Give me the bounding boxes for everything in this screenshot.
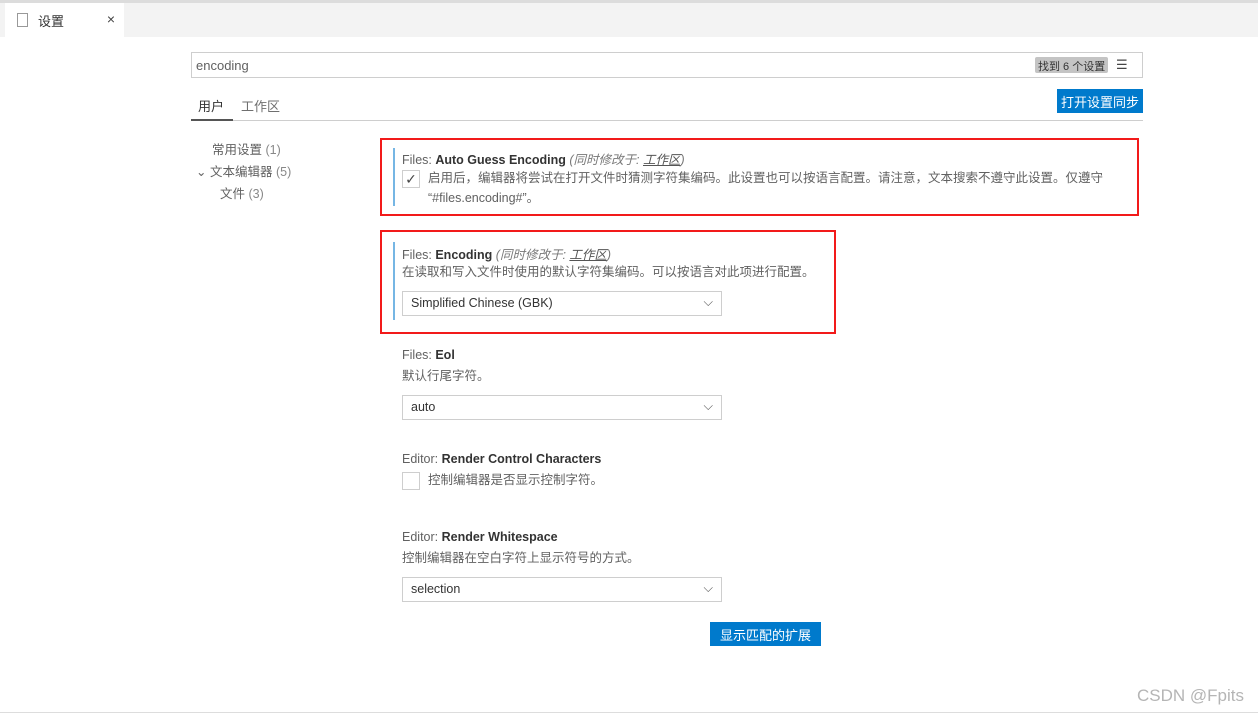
- tree-item-files[interactable]: 文件 (3): [220, 183, 264, 202]
- file-icon: [17, 13, 28, 27]
- modified-indicator: [393, 148, 395, 206]
- settings-sync-button[interactable]: 打开设置同步: [1057, 89, 1143, 113]
- setting-title: Files: Encoding (同时修改于: 工作区): [402, 248, 612, 262]
- search-input[interactable]: encoding: [191, 52, 1143, 78]
- tree-label: 文件: [220, 187, 246, 201]
- tree-item-common[interactable]: 常用设置 (1): [212, 139, 281, 158]
- setting-title: Editor: Render Whitespace: [402, 530, 558, 544]
- show-matching-extensions-button[interactable]: 显示匹配的扩展: [710, 622, 821, 646]
- setting-description: 在读取和写入文件时使用的默认字符集编码。可以按语言对此项进行配置。: [402, 265, 815, 279]
- render-whitespace-select[interactable]: selection ⌵: [402, 577, 722, 602]
- tree-count: (5): [276, 165, 292, 179]
- clear-filter-icon[interactable]: ☰: [1116, 57, 1128, 73]
- check-icon: ✓: [405, 170, 417, 187]
- chevron-down-icon: ⌵: [703, 581, 713, 595]
- active-tab-underline: [191, 119, 233, 121]
- setting-description: 启用后，编辑器将尝试在打开文件时猜测字符集编码。此设置也可以按语言配置。请注意，…: [428, 171, 1104, 205]
- setting-description: 控制编辑器是否显示控制字符。: [428, 473, 604, 487]
- chevron-down-icon: ⌵: [703, 399, 713, 413]
- chevron-down-icon: ⌵: [703, 295, 713, 309]
- tree-count: (1): [265, 143, 281, 157]
- watermark: CSDN @Fpits: [1137, 686, 1244, 705]
- workspace-link[interactable]: 工作区: [643, 153, 681, 167]
- tab-user[interactable]: 用户: [198, 96, 224, 115]
- setting-title: Editor: Render Control Characters: [402, 452, 602, 466]
- setting-description: 控制编辑器在空白字符上显示符号的方式。: [402, 551, 640, 565]
- tab-title: 设置: [38, 13, 65, 29]
- close-icon[interactable]: ×: [107, 11, 115, 27]
- tab-bar: [0, 3, 1258, 37]
- bottom-border: [0, 712, 1258, 713]
- eol-select[interactable]: auto ⌵: [402, 395, 722, 420]
- chevron-down-icon: ⌄: [196, 165, 207, 179]
- tree-item-text-editor[interactable]: ⌄ 文本编辑器 (5): [196, 161, 291, 180]
- tabs-divider: [191, 120, 1143, 121]
- tree-label: 文本编辑器: [210, 165, 273, 179]
- tab-workspace[interactable]: 工作区: [241, 96, 280, 115]
- encoding-select[interactable]: Simplified Chinese (GBK) ⌵: [402, 291, 722, 316]
- modified-indicator: [393, 242, 395, 320]
- tab-settings[interactable]: 设置 ×: [5, 3, 124, 37]
- tree-count: (3): [248, 187, 264, 201]
- setting-title: Files: Auto Guess Encoding (同时修改于: 工作区): [402, 153, 685, 167]
- result-count-badge: 找到 6 个设置: [1035, 57, 1109, 73]
- tree-label: 常用设置: [212, 143, 263, 157]
- setting-description: 默认行尾字符。: [402, 369, 490, 383]
- setting-title: Files: Eol: [402, 348, 455, 362]
- auto-guess-encoding-checkbox[interactable]: ✓: [402, 170, 420, 188]
- render-control-characters-checkbox[interactable]: [402, 472, 420, 490]
- workspace-link[interactable]: 工作区: [569, 248, 607, 262]
